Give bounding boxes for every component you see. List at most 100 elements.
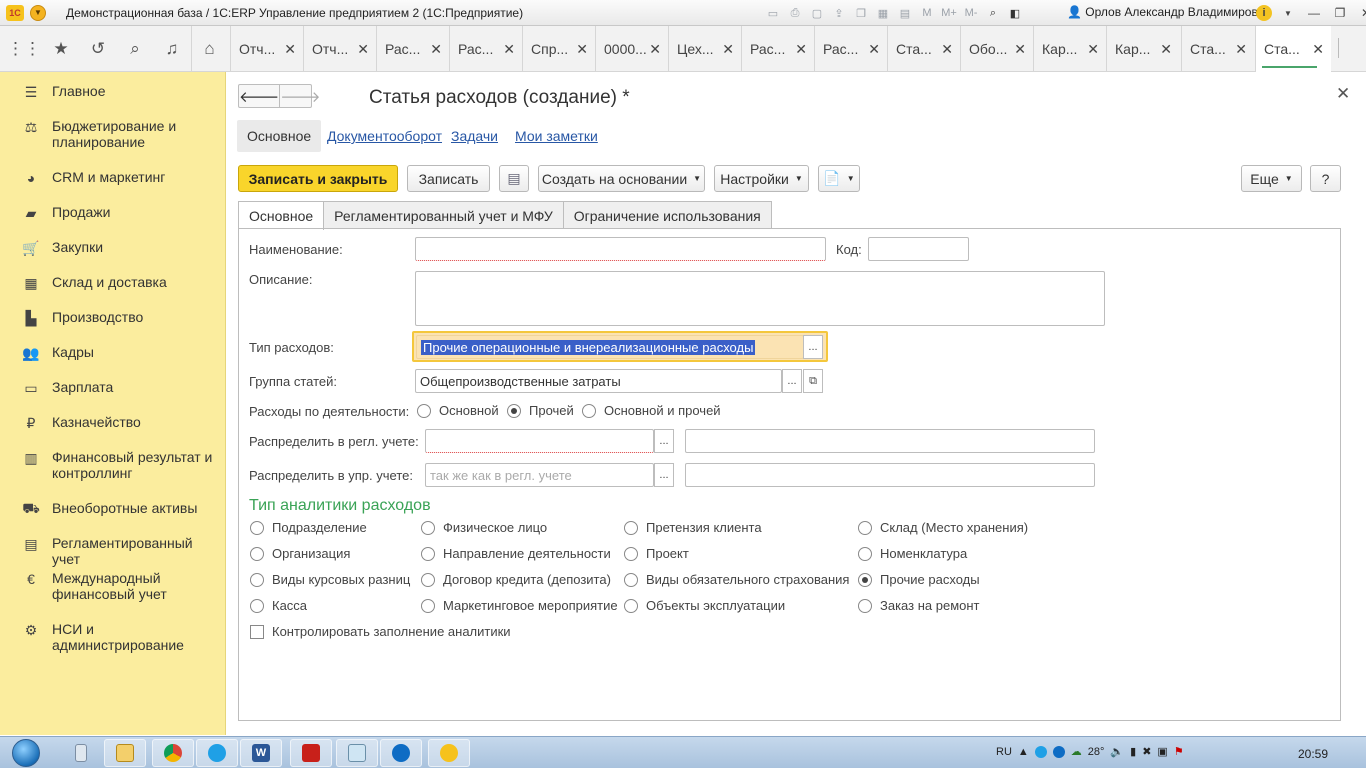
1c-icon[interactable] [428, 739, 470, 767]
sidebar-item[interactable]: 👥 Кадры [0, 344, 226, 378]
teamviewer-tray-icon[interactable] [1052, 745, 1065, 758]
expense-type-select-button[interactable]: ... [803, 335, 823, 359]
print-icon[interactable]: ⎙ [786, 4, 804, 22]
tab-close-icon[interactable]: ✕ [941, 41, 953, 58]
layout-icon[interactable]: ◧ [1006, 4, 1024, 22]
close-form-icon[interactable]: ✕ [1336, 84, 1350, 104]
sidebar-item[interactable]: ▭ Зарплата [0, 379, 226, 413]
tab-item[interactable]: Рас... ✕ [449, 26, 522, 72]
network-icon[interactable]: ▮ [1130, 745, 1136, 758]
main-menu-icon[interactable]: ▼ [30, 4, 46, 21]
sidebar-item[interactable]: ▰ Продажи [0, 204, 226, 238]
sidebar-item[interactable]: ☰ Главное [0, 83, 226, 117]
analytics-type-radio[interactable]: Номенклатура [858, 546, 967, 561]
teamviewer-icon[interactable] [380, 739, 422, 767]
tab-item[interactable]: Отч... ✕ [230, 26, 303, 72]
save-icon[interactable]: ▭ [764, 4, 782, 22]
tab-item[interactable]: Кар... ✕ [1106, 26, 1179, 72]
back-arrow-icon[interactable]: 🡐 [239, 85, 279, 107]
save-and-close-button[interactable]: Записать и закрыть [238, 165, 398, 192]
flag-icon[interactable]: ⚑ [1174, 745, 1184, 758]
report-structure-button[interactable]: ▤ [499, 165, 529, 192]
tab-close-icon[interactable]: ✕ [1312, 41, 1324, 58]
analytics-type-radio[interactable]: Виды обязательного страхования [624, 572, 849, 587]
analytics-type-radio[interactable]: Подразделение [250, 520, 367, 535]
help-button[interactable]: ? [1310, 165, 1341, 192]
distribute-reg-input[interactable] [425, 429, 654, 453]
analytics-type-radio[interactable]: Прочие расходы [858, 572, 980, 587]
apps-grid-icon[interactable]: ⋮⋮ [6, 26, 42, 72]
sidebar-item[interactable]: ⚖ Бюджетирование и планирование [0, 118, 226, 152]
code-input[interactable] [868, 237, 969, 261]
weather-icon[interactable]: ☁ [1071, 745, 1082, 758]
language-indicator[interactable]: RU [996, 746, 1012, 758]
tab-item[interactable]: 0000... ✕ [595, 26, 668, 72]
zoom-icon[interactable]: ⌕ [984, 4, 1002, 22]
minimize-icon[interactable]: — [1304, 3, 1324, 23]
activity-other-radio[interactable]: Прочей [507, 403, 574, 418]
page-tab-regulated[interactable]: Регламентированный учет и МФУ [323, 201, 564, 229]
analytics-type-radio[interactable]: Склад (Место хранения) [858, 520, 1028, 535]
skype-tray-icon[interactable] [1034, 745, 1047, 758]
sidebar-item[interactable]: ◕ CRM и маркетинг [0, 169, 226, 203]
create-based-on-button[interactable]: Создать на основании ▼ [538, 165, 705, 192]
nav-tab-documents[interactable]: Документооборот [327, 120, 442, 152]
distribute-mgmt-select-button[interactable]: ... [654, 463, 674, 487]
current-user[interactable]: 👤 Орлов Александр Владимирович [1067, 5, 1271, 19]
tab-item[interactable]: Ста... ✕ [1255, 26, 1331, 72]
close-window-icon[interactable]: ✕ [1356, 3, 1366, 23]
home-icon[interactable]: ⌂ [191, 26, 227, 72]
expense-type-input[interactable]: Прочие операционные и внереализационные … [416, 335, 804, 359]
tab-item[interactable]: Отч... ✕ [303, 26, 376, 72]
pdf-icon[interactable] [290, 739, 332, 767]
tabs-scroll-icon[interactable] [1338, 38, 1350, 58]
group-open-icon[interactable]: ⧉ [803, 369, 823, 393]
notifications-bell-icon[interactable]: ♫ [154, 26, 190, 72]
notepad-icon[interactable] [336, 739, 378, 767]
group-input[interactable]: Общепроизводственные затраты [415, 369, 782, 393]
skype-icon[interactable] [196, 739, 238, 767]
attach-files-button[interactable]: 📄 ▼ [818, 165, 860, 192]
chrome-icon[interactable] [152, 739, 194, 767]
tab-item[interactable]: Рас... ✕ [741, 26, 814, 72]
forward-arrow-icon[interactable]: 🡒 [279, 85, 320, 107]
analytics-type-radio[interactable]: Заказ на ремонт [858, 598, 980, 613]
sidebar-item[interactable]: ⚙ НСИ и администрирование [0, 621, 226, 655]
sidebar-item[interactable]: ▤ Регламентированный учет [0, 535, 226, 569]
calculator-icon[interactable]: ▦ [874, 4, 892, 22]
restore-icon[interactable]: ❐ [1330, 3, 1350, 23]
tab-item[interactable]: Рас... ✕ [376, 26, 449, 72]
page-tab-main[interactable]: Основное [238, 201, 325, 230]
tab-close-icon[interactable]: ✕ [795, 41, 807, 58]
analytics-type-radio[interactable]: Касса [250, 598, 307, 613]
tab-close-icon[interactable]: ✕ [430, 41, 442, 58]
sidebar-item[interactable]: ▥ Финансовый результат и контроллинг [0, 449, 226, 483]
copy-icon[interactable]: ❐ [852, 4, 870, 22]
tab-close-icon[interactable]: ✕ [1014, 41, 1026, 58]
analytics-type-radio[interactable]: Договор кредита (депозита) [421, 572, 611, 587]
group-select-button[interactable]: ... [782, 369, 802, 393]
sidebar-item[interactable]: ⛟ Внеоборотные активы [0, 500, 226, 534]
tab-item[interactable]: Обо... ✕ [960, 26, 1033, 72]
calendar-icon[interactable]: ▤ [896, 4, 914, 22]
tab-item[interactable]: Спр... ✕ [522, 26, 595, 72]
nav-tab-tasks[interactable]: Задачи [451, 120, 498, 152]
activity-both-radio[interactable]: Основной и прочей [582, 403, 721, 418]
analytics-type-radio[interactable]: Физическое лицо [421, 520, 547, 535]
upload-icon[interactable]: ⇪ [830, 4, 848, 22]
analytics-type-radio[interactable]: Объекты эксплуатации [624, 598, 785, 613]
tab-item[interactable]: Ста... ✕ [1181, 26, 1254, 72]
word-icon[interactable]: W [240, 739, 282, 767]
tab-item[interactable]: Цех... ✕ [668, 26, 741, 72]
tab-close-icon[interactable]: ✕ [576, 41, 588, 58]
distribute-mgmt-details-input[interactable] [685, 463, 1095, 487]
tab-item[interactable]: Кар... ✕ [1033, 26, 1106, 72]
analytics-type-radio[interactable]: Организация [250, 546, 350, 561]
dropdown-icon[interactable]: ▼ [1278, 3, 1298, 23]
distribute-mgmt-input[interactable]: так же как в регл. учете [425, 463, 654, 487]
distribute-reg-select-button[interactable]: ... [654, 429, 674, 453]
memory-m-plus-icon[interactable]: M+ [940, 4, 958, 22]
tab-close-icon[interactable]: ✕ [1235, 41, 1247, 58]
control-analytics-checkbox[interactable]: Контролировать заполнение аналитики [250, 624, 511, 639]
sidebar-item[interactable]: ▦ Склад и доставка [0, 274, 226, 308]
